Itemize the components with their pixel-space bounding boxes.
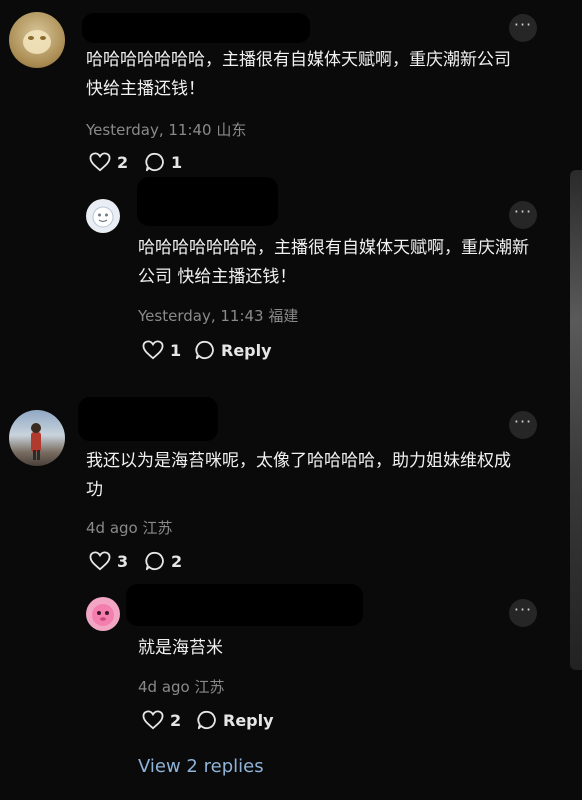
comment-button[interactable]: 2 [145,551,182,571]
more-dots-icon: ··· [513,600,533,619]
more-options-button[interactable]: ··· [509,14,537,42]
heart-icon [89,152,111,172]
like-count: 2 [170,710,182,730]
comment-text: 我还以为是海苔咪呢，太像了哈哈哈哈，助力姐妹维权成功 [86,451,511,500]
username-redacted[interactable] [82,13,310,43]
avatar[interactable] [86,199,120,233]
reply-count: 2 [171,551,183,571]
comment-meta: 4d ago 江苏 [138,678,225,696]
heart-icon [142,340,164,360]
scrollbar[interactable] [570,170,582,670]
comment-text: 哈哈哈哈哈哈哈，主播很有自媒体天赋啊，重庆潮新公司 快给主播还钱！ [138,238,529,287]
comment-bubble-icon [145,152,164,172]
like-button[interactable]: 2 [89,152,128,172]
comment-button[interactable]: 1 [145,152,182,172]
comment-text: 哈哈哈哈哈哈哈，主播很有自媒体天赋啊，重庆潮新公司 快给主播还钱！ [86,50,511,99]
avatar[interactable] [9,410,65,466]
reply-label: Reply [221,340,272,360]
view-replies-link[interactable]: View 2 replies [138,756,264,777]
username-redacted[interactable] [137,177,278,226]
comment-bubble-icon [145,551,164,571]
like-count: 3 [117,551,129,571]
avatar[interactable] [86,597,120,631]
avatar-image [31,423,41,460]
like-button[interactable]: 1 [142,340,181,360]
reply-label: Reply [223,710,274,730]
more-dots-icon: ··· [513,15,533,34]
more-options-button[interactable]: ··· [509,201,537,229]
comment-text: 就是海苔米 [138,638,223,658]
more-dots-icon: ··· [513,412,533,431]
more-dots-icon: ··· [513,202,533,221]
reply-button[interactable]: Reply [195,340,272,360]
username-redacted[interactable] [126,584,363,626]
reply-bubble-icon [195,340,214,360]
like-button[interactable]: 2 [142,710,181,730]
reply-button[interactable]: Reply [197,710,274,730]
heart-icon [142,710,164,730]
more-options-button[interactable]: ··· [509,599,537,627]
comment-meta: Yesterday, 11:43 福建 [138,307,299,325]
reply-bubble-icon [197,710,216,730]
comment-meta: Yesterday, 11:40 山东 [86,121,247,139]
like-button[interactable]: 3 [89,551,128,571]
avatar[interactable] [9,12,65,68]
reply-count: 1 [171,152,183,172]
like-count: 1 [170,340,182,360]
avatar-image [92,206,114,228]
like-count: 2 [117,152,129,172]
avatar-image [92,604,114,626]
more-options-button[interactable]: ··· [509,411,537,439]
username-redacted[interactable] [78,397,218,441]
heart-icon [89,551,111,571]
avatar-image [23,30,51,54]
comment-meta: 4d ago 江苏 [86,519,173,537]
